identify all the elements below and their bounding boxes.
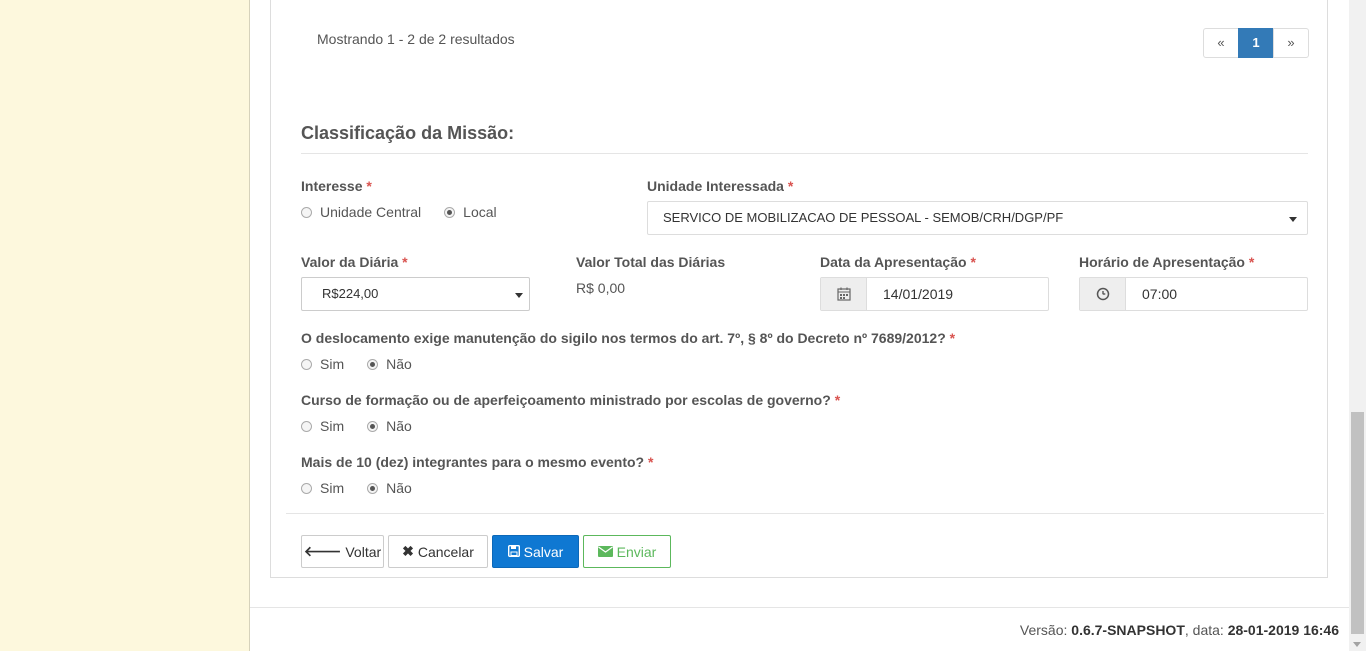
main-content: Mostrando 1 - 2 de 2 resultados « 1 » Cl… — [250, 0, 1349, 651]
valor-diaria-label: Valor da Diária * — [301, 254, 408, 270]
interesse-option-local[interactable]: Local — [444, 204, 497, 220]
sigilo-radio-group: Sim Não — [301, 356, 435, 372]
salvar-button[interactable]: Salvar — [492, 535, 579, 568]
chevron-down-icon — [515, 293, 523, 298]
enviar-button[interactable]: Enviar — [583, 535, 671, 568]
curso-radio-group: Sim Não — [301, 418, 435, 434]
pagination-next[interactable]: » — [1273, 28, 1309, 58]
clock-icon[interactable] — [1080, 278, 1126, 310]
pagination-prev[interactable]: « — [1203, 28, 1239, 58]
interesse-radio-group: Unidade Central Local — [301, 204, 520, 220]
curso-option-sim[interactable]: Sim — [301, 418, 344, 434]
integrantes-question-label: Mais de 10 (dez) integrantes para o mesm… — [301, 454, 654, 470]
vertical-scrollbar[interactable] — [1349, 0, 1366, 651]
curso-option-nao[interactable]: Não — [367, 418, 412, 434]
sigilo-option-nao[interactable]: Não — [367, 356, 412, 372]
horario-label: Horário de Apresentação * — [1079, 254, 1255, 270]
integrantes-radio-group: Sim Não — [301, 480, 435, 496]
horario-input-group[interactable]: 07:00 — [1079, 277, 1308, 311]
valor-total-label: Valor Total das Diárias — [576, 254, 726, 270]
section-divider — [301, 153, 1308, 154]
save-icon — [507, 544, 520, 560]
chevron-down-icon — [1289, 217, 1297, 222]
pagination: « 1 » — [1203, 28, 1309, 58]
left-sidebar-pane — [0, 0, 250, 651]
cancelar-button[interactable]: ✖ Cancelar — [388, 535, 488, 568]
curso-question-label: Curso de formação ou de aperfeiçoamento … — [301, 392, 841, 408]
radio-integrantes-nao[interactable] — [367, 482, 379, 494]
arrow-left-icon: 🡐 — [303, 543, 342, 559]
voltar-button[interactable]: 🡐 Voltar — [301, 535, 384, 568]
horario-input[interactable]: 07:00 — [1126, 278, 1177, 310]
data-apresentacao-label: Data da Apresentação * — [820, 254, 976, 270]
radio-curso-nao[interactable] — [367, 420, 379, 432]
envelope-icon — [597, 544, 613, 560]
close-icon: ✖ — [402, 543, 414, 559]
pagination-page-1[interactable]: 1 — [1238, 28, 1274, 58]
valor-diaria-select[interactable]: R$224,00 — [301, 277, 530, 311]
form-actions-divider — [286, 513, 1324, 514]
radio-local[interactable] — [444, 206, 456, 218]
scrollbar-thumb[interactable] — [1351, 412, 1364, 634]
unidade-label: Unidade Interessada * — [647, 178, 794, 194]
sigilo-option-sim[interactable]: Sim — [301, 356, 344, 372]
interesse-option-unidade-central[interactable]: Unidade Central — [301, 204, 421, 220]
interesse-label: Interesse * — [301, 178, 372, 194]
integrantes-option-sim[interactable]: Sim — [301, 480, 344, 496]
integrantes-option-nao[interactable]: Não — [367, 480, 412, 496]
radio-integrantes-sim[interactable] — [301, 482, 312, 494]
footer-divider — [250, 607, 1349, 608]
unidade-select[interactable]: SERVICO DE MOBILIZACAO DE PESSOAL - SEMO… — [647, 201, 1308, 235]
results-summary: Mostrando 1 - 2 de 2 resultados — [317, 31, 515, 47]
radio-unidade-central[interactable] — [301, 206, 312, 218]
calendar-icon[interactable] — [821, 278, 867, 310]
radio-curso-sim[interactable] — [301, 420, 312, 432]
data-apresentacao-input[interactable]: 14/01/2019 — [867, 278, 953, 310]
sigilo-question-label: O deslocamento exige manutenção do sigil… — [301, 330, 956, 346]
version-info: Versão: 0.6.7-SNAPSHOT, data: 28-01-2019… — [1019, 622, 1339, 638]
data-apresentacao-input-group[interactable]: 14/01/2019 — [820, 277, 1049, 311]
radio-sigilo-nao[interactable] — [367, 358, 379, 370]
valor-total-value: R$ 0,00 — [576, 280, 626, 296]
radio-sigilo-sim[interactable] — [301, 358, 312, 370]
section-title: Classificação da Missão: — [301, 123, 515, 143]
scroll-down-arrow-icon[interactable] — [1353, 642, 1361, 647]
